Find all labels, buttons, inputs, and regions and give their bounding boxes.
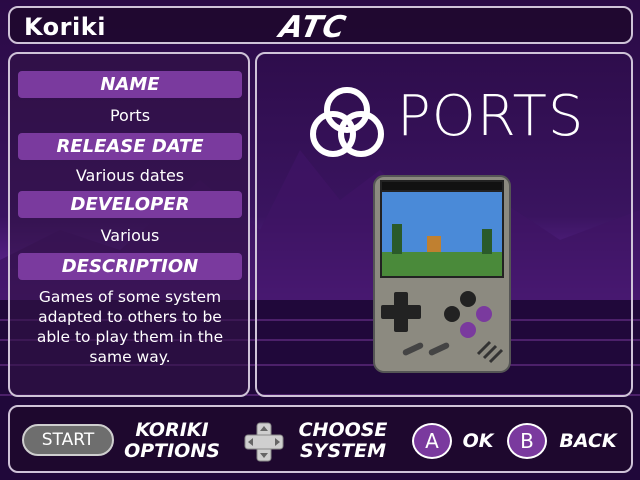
name-value: Ports bbox=[109, 106, 151, 125]
app-title: Koriki bbox=[24, 13, 106, 41]
info-panel: NAME Ports RELEASE DATE Various dates DE… bbox=[8, 52, 250, 397]
choose-system-line2: SYSTEM bbox=[300, 440, 386, 462]
system-preview-panel: PORTS bbox=[255, 52, 633, 397]
choose-system-label: CHOOSE SYSTEM bbox=[292, 420, 394, 462]
handheld-console-image bbox=[373, 175, 511, 373]
a-button[interactable]: A bbox=[412, 423, 452, 459]
koriki-options-line1: KORIKI bbox=[135, 419, 209, 441]
ok-label: OK bbox=[462, 430, 494, 452]
release-date-label: RELEASE DATE bbox=[18, 133, 242, 160]
koriki-options-label: KORIKI OPTIONS bbox=[122, 420, 222, 462]
description-value: Games of some system adapted to others t… bbox=[36, 288, 224, 366]
top-bar: Koriki ATC bbox=[8, 6, 633, 45]
release-date-value: Various dates bbox=[75, 166, 185, 185]
developer-label: DEVELOPER bbox=[18, 191, 242, 218]
back-label: BACK bbox=[559, 430, 617, 452]
bottom-bar: START KORIKI OPTIONS CHOOSE SYSTEM A OK … bbox=[8, 405, 633, 473]
description-label: DESCRIPTION bbox=[18, 253, 242, 280]
name-label: NAME bbox=[18, 71, 242, 98]
ports-trefoil-icon bbox=[310, 87, 384, 157]
choose-system-line1: CHOOSE bbox=[298, 419, 388, 441]
start-button[interactable]: START bbox=[22, 424, 114, 456]
koriki-options-line2: OPTIONS bbox=[124, 440, 220, 462]
b-button[interactable]: B bbox=[507, 423, 547, 459]
atc-logo: ATC bbox=[276, 10, 350, 45]
dpad-icon[interactable] bbox=[243, 421, 285, 463]
system-title: PORTS bbox=[397, 84, 585, 149]
developer-value: Various bbox=[100, 226, 160, 245]
